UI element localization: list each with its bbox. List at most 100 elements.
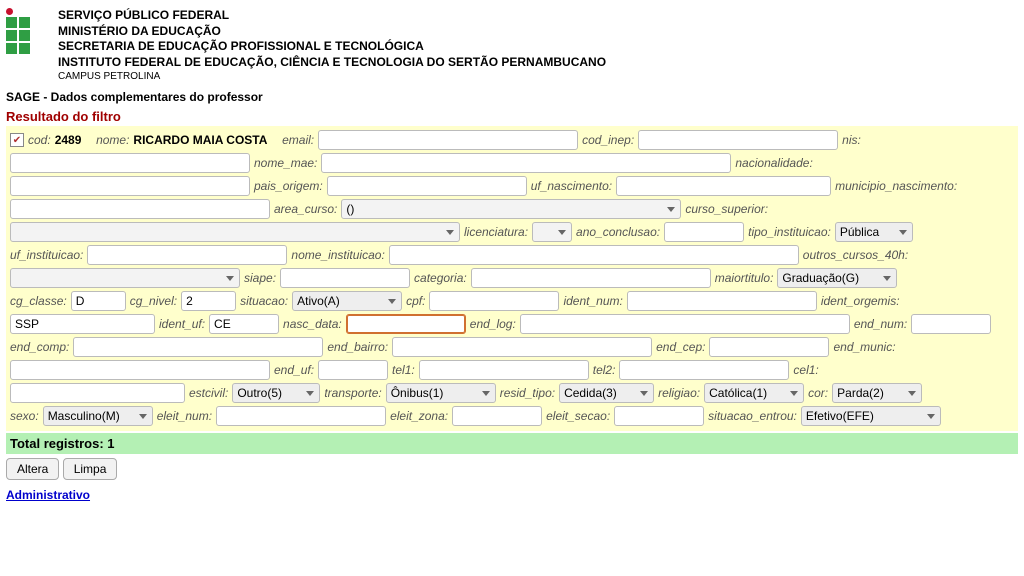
header-text: SERVIÇO PÚBLICO FEDERAL MINISTÉRIO DA ED…: [58, 8, 606, 83]
eleit-num-field[interactable]: [216, 406, 386, 426]
eleit-secao-field[interactable]: [614, 406, 704, 426]
transporte-select[interactable]: Ônibus(1): [386, 383, 496, 403]
nasc-data-field[interactable]: [346, 314, 466, 334]
end-cep-field[interactable]: [709, 337, 829, 357]
cpf-field[interactable]: [429, 291, 559, 311]
maiortitulo-select[interactable]: Graduação(G): [777, 268, 897, 288]
end-num-field[interactable]: [911, 314, 991, 334]
cod-value: 2489: [55, 133, 82, 147]
religiao-label: religiao:: [658, 386, 700, 400]
nis-label: nis:: [842, 133, 861, 147]
institution-header: SERVIÇO PÚBLICO FEDERAL MINISTÉRIO DA ED…: [6, 4, 1018, 87]
end-uf-label: end_uf:: [274, 363, 314, 377]
nasc-data-label: nasc_data:: [283, 317, 342, 331]
end-num-label: end_num:: [854, 317, 907, 331]
end-comp-field[interactable]: [73, 337, 323, 357]
ident-uf-field[interactable]: [209, 314, 279, 334]
nis-field[interactable]: [10, 153, 250, 173]
area-curso-select[interactable]: (): [341, 199, 681, 219]
nome-label: nome:: [96, 133, 129, 147]
professor-form: ✔ cod: 2489 nome: RICARDO MAIA COSTA ema…: [6, 126, 1018, 431]
situacao-entrou-label: situacao_entrou:: [708, 409, 797, 423]
nacionalidade-label: nacionalidade:: [735, 156, 812, 170]
altera-button[interactable]: Altera: [6, 458, 59, 480]
header-line2: MINISTÉRIO DA EDUCAÇÃO: [58, 24, 606, 40]
resid-tipo-label: resid_tipo:: [500, 386, 555, 400]
ident-num-field[interactable]: [627, 291, 817, 311]
end-munic-field[interactable]: [10, 360, 270, 380]
end-comp-label: end_comp:: [10, 340, 69, 354]
outros-cursos-40h-label: outros_cursos_40h:: [803, 248, 908, 262]
filter-title: Resultado do filtro: [6, 107, 1018, 126]
sexo-label: sexo:: [10, 409, 39, 423]
cor-select[interactable]: Parda(2): [832, 383, 922, 403]
end-cep-label: end_cep:: [656, 340, 705, 354]
estcivil-select[interactable]: Outro(5): [232, 383, 320, 403]
header-line1: SERVIÇO PÚBLICO FEDERAL: [58, 8, 606, 24]
situacao-entrou-select[interactable]: Efetivo(EFE): [801, 406, 941, 426]
resid-tipo-select[interactable]: Cedida(3): [559, 383, 654, 403]
cg-nivel-label: cg_nivel:: [130, 294, 177, 308]
limpa-button[interactable]: Limpa: [63, 458, 118, 480]
email-field[interactable]: [318, 130, 578, 150]
header-line5: CAMPUS PETROLINA: [58, 70, 606, 83]
cod-inep-field[interactable]: [638, 130, 838, 150]
tel1-field[interactable]: [419, 360, 589, 380]
ano-conclusao-field[interactable]: [664, 222, 744, 242]
tel2-label: tel2:: [593, 363, 616, 377]
situacao-select[interactable]: Ativo(A): [292, 291, 402, 311]
tel1-label: tel1:: [392, 363, 415, 377]
categoria-label: categoria:: [414, 271, 467, 285]
end-log-label: end_log:: [470, 317, 516, 331]
pais-origem-label: pais_origem:: [254, 179, 323, 193]
curso-superior-select[interactable]: [10, 222, 460, 242]
administrativo-link[interactable]: Administrativo: [6, 484, 90, 506]
nome-value: RICARDO MAIA COSTA: [133, 133, 267, 147]
nome-instituicao-label: nome_instituicao:: [291, 248, 384, 262]
end-log-field[interactable]: [520, 314, 850, 334]
row-checkbox[interactable]: ✔: [10, 133, 24, 147]
categoria-field[interactable]: [471, 268, 711, 288]
ident-orgemis-field[interactable]: [10, 314, 155, 334]
licenciatura-label: licenciatura:: [464, 225, 528, 239]
estcivil-label: estcivil:: [189, 386, 228, 400]
outros-cursos-40h-select[interactable]: [10, 268, 240, 288]
cpf-label: cpf:: [406, 294, 425, 308]
end-munic-label: end_munic:: [833, 340, 895, 354]
cod-label: cod:: [28, 133, 51, 147]
eleit-zona-field[interactable]: [452, 406, 542, 426]
page-title: SAGE - Dados complementares do professor: [6, 87, 1018, 107]
tipo-instituicao-select[interactable]: Pública: [835, 222, 913, 242]
uf-instituicao-field[interactable]: [87, 245, 287, 265]
header-line4: INSTITUTO FEDERAL DE EDUCAÇÃO, CIÊNCIA E…: [58, 55, 606, 71]
end-bairro-field[interactable]: [392, 337, 652, 357]
situacao-label: situacao:: [240, 294, 288, 308]
maiortitulo-label: maiortitulo:: [715, 271, 774, 285]
municipio-nascimento-field[interactable]: [10, 199, 270, 219]
nome-mae-field[interactable]: [321, 153, 731, 173]
cg-classe-label: cg_classe:: [10, 294, 67, 308]
cg-classe-field[interactable]: [71, 291, 126, 311]
cg-nivel-field[interactable]: [181, 291, 236, 311]
religiao-select[interactable]: Católica(1): [704, 383, 804, 403]
pais-origem-field[interactable]: [327, 176, 527, 196]
end-bairro-label: end_bairro:: [327, 340, 388, 354]
uf-nascimento-field[interactable]: [616, 176, 831, 196]
sexo-select[interactable]: Masculino(M): [43, 406, 153, 426]
ano-conclusao-label: ano_conclusao:: [576, 225, 660, 239]
ident-orgemis-label: ident_orgemis:: [821, 294, 900, 308]
nome-instituicao-field[interactable]: [389, 245, 799, 265]
end-uf-field[interactable]: [318, 360, 388, 380]
eleit-secao-label: eleit_secao:: [546, 409, 610, 423]
uf-nascimento-label: uf_nascimento:: [531, 179, 612, 193]
licenciatura-select[interactable]: [532, 222, 572, 242]
nacionalidade-field[interactable]: [10, 176, 250, 196]
area-curso-label: area_curso:: [274, 202, 337, 216]
tipo-instituicao-label: tipo_instituicao:: [748, 225, 831, 239]
siape-label: siape:: [244, 271, 276, 285]
siape-field[interactable]: [280, 268, 410, 288]
tel2-field[interactable]: [619, 360, 789, 380]
cel1-field[interactable]: [10, 383, 185, 403]
transporte-label: transporte:: [324, 386, 381, 400]
cel1-label: cel1:: [793, 363, 818, 377]
